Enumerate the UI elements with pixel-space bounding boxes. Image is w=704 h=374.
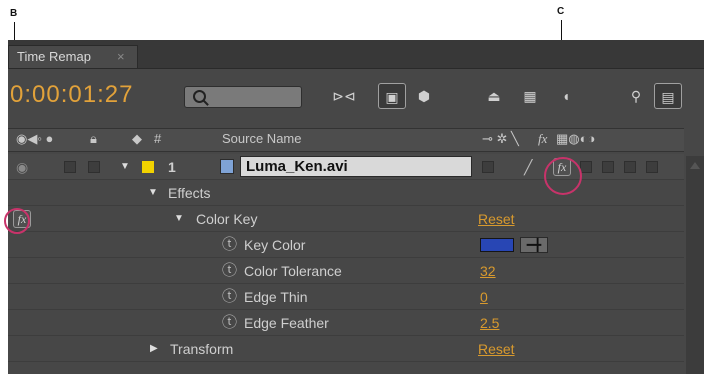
edge-thin-stopwatch-icon[interactable]: ⓣ — [222, 284, 237, 310]
layer-visibility-icon[interactable]: ◉ — [16, 154, 28, 180]
search-icon — [193, 90, 206, 103]
key-color-row[interactable]: ⓣ Key Color ━╋ — [8, 232, 684, 258]
search-input[interactable] — [184, 86, 302, 108]
label-header-icon: ◆ — [132, 131, 142, 146]
tab-time-remap[interactable]: Time Remap × — [8, 45, 138, 68]
footage-file-icon — [220, 159, 234, 174]
callout-b-letter: B — [10, 8, 18, 19]
tab-label: Time Remap — [17, 49, 91, 64]
tab-close-icon[interactable]: × — [117, 46, 125, 68]
callout-c-letter: C — [557, 6, 565, 17]
composition-mini-flowchart-icon[interactable]: ⊳⊲ — [330, 83, 358, 109]
live-update-icon[interactable]: ▣ — [378, 83, 406, 109]
brainstorm-icon[interactable]: ⚲ — [622, 83, 650, 109]
layer-audio-switch[interactable] — [64, 161, 76, 173]
color-key-label: Color Key — [196, 211, 258, 227]
edge-thin-row[interactable]: ⓣ Edge Thin 0 — [8, 284, 684, 310]
layer-quality-switch-icon[interactable]: ╱ — [524, 154, 532, 180]
switches-header-more-icons: ▦◍◐◑ — [556, 131, 596, 146]
key-color-label: Key Color — [244, 237, 306, 253]
edge-feather-row[interactable]: ⓣ Edge Feather 2.5 — [8, 310, 684, 336]
transform-row[interactable]: ▶ Transform Reset — [8, 336, 684, 362]
callout-b-highlight-circle — [4, 208, 30, 234]
effects-group-row[interactable]: ▼ Effects — [8, 180, 684, 206]
key-color-stopwatch-icon[interactable]: ⓣ — [222, 232, 237, 258]
layer-shy-switch[interactable] — [482, 161, 494, 173]
vertical-scrollbar[interactable] — [686, 156, 704, 374]
color-key-reset-link[interactable]: Reset — [478, 206, 515, 232]
layer-switch-box-4[interactable] — [646, 161, 658, 173]
hide-shy-layers-icon[interactable]: ⏏ — [480, 83, 508, 109]
motion-blur-icon[interactable]: ◖ — [552, 83, 580, 109]
edge-feather-value[interactable]: 2.5 — [480, 310, 499, 336]
transform-reset-link[interactable]: Reset — [478, 336, 515, 362]
timeline-toolbar: 0:00:01:27 ⊳⊲ ▣ ⬢ ⏏ ▦ ◖ ⚲ ▤ — [8, 69, 704, 121]
scroll-up-arrow-icon[interactable] — [690, 162, 700, 169]
layer-number: 1 — [168, 159, 176, 175]
color-key-expand-icon[interactable]: ▼ — [174, 206, 184, 232]
edge-feather-stopwatch-icon[interactable]: ⓣ — [222, 310, 237, 336]
color-tolerance-value[interactable]: 32 — [480, 258, 496, 284]
edge-thin-label: Edge Thin — [244, 289, 308, 305]
frame-blending-icon[interactable]: ▦ — [516, 83, 544, 109]
draft-3d-icon[interactable]: ⬢ — [410, 83, 438, 109]
layer-row[interactable]: ◉ ▼ 1 Luma_Ken.avi ╱ fx — [8, 154, 684, 180]
effects-label: Effects — [168, 185, 211, 201]
color-key-row[interactable]: fx ▼ Color Key Reset — [8, 206, 684, 232]
layer-lock-switch[interactable] — [88, 161, 100, 173]
layer-name[interactable]: Luma_Ken.avi — [246, 154, 348, 180]
callout-c-highlight-circle — [544, 157, 582, 195]
color-tolerance-row[interactable]: ⓣ Color Tolerance 32 — [8, 258, 684, 284]
layer-switch-box-2[interactable] — [602, 161, 614, 173]
layer-label-color[interactable] — [142, 161, 154, 173]
hash-header: # — [154, 131, 162, 146]
source-name-header[interactable]: Source Name — [222, 131, 301, 146]
transform-label: Transform — [170, 341, 234, 357]
edge-feather-label: Edge Feather — [244, 315, 329, 331]
effects-expand-icon[interactable]: ▼ — [148, 180, 158, 206]
layer-expand-icon[interactable]: ▼ — [120, 154, 130, 180]
lock-header-icon: 🔒︎ — [90, 131, 97, 146]
tab-bar: Time Remap × — [8, 40, 704, 69]
color-tolerance-label: Color Tolerance — [244, 263, 342, 279]
graph-editor-icon[interactable]: ▤ — [654, 83, 682, 109]
current-time-display[interactable]: 0:00:01:27 — [10, 81, 133, 109]
layer-switch-box-1[interactable] — [580, 161, 592, 173]
color-tolerance-stopwatch-icon[interactable]: ⓣ — [222, 258, 237, 284]
switches-header-icons: ⊸ ✲ ╲ — [482, 131, 519, 146]
fx-header: fx — [538, 131, 548, 146]
av-features-header-icon: ◉◀◦ ● — [16, 131, 54, 146]
key-color-swatch[interactable] — [480, 238, 514, 252]
key-color-eyedropper-icon[interactable]: ━╋ — [520, 237, 548, 253]
transform-expand-icon[interactable]: ▶ — [150, 336, 158, 362]
layer-switch-box-3[interactable] — [624, 161, 636, 173]
edge-thin-value[interactable]: 0 — [480, 284, 488, 310]
column-header: ◉◀◦ ● 🔒︎ ◆ # Source Name ⊸ ✲ ╲ fx ▦◍◐◑ — [8, 128, 684, 152]
timeline-panel: Time Remap × 0:00:01:27 ⊳⊲ ▣ ⬢ ⏏ ▦ ◖ ⚲ ▤… — [8, 40, 704, 374]
